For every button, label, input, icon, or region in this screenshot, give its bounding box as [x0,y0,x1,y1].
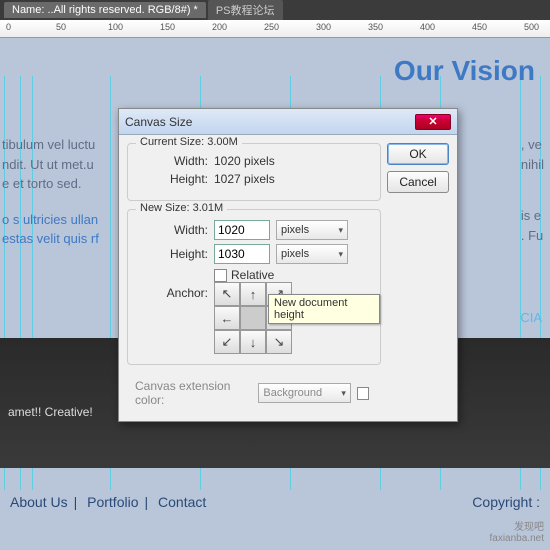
anchor-se[interactable]: ↘ [266,330,292,354]
social-label: CIA [520,310,542,325]
width-input[interactable] [214,220,270,240]
link-portfolio[interactable]: Portfolio [87,494,138,510]
label-anchor: Anchor: [136,286,208,300]
current-size-legend: Current Size: 3.00M [136,136,242,148]
label-new-width: Width: [136,223,208,237]
label-relative: Relative [231,268,274,282]
value-current-width: 1020 pixels [214,154,275,168]
ext-color-swatch[interactable] [357,387,369,400]
link-contact[interactable]: Contact [158,494,206,510]
relative-checkbox[interactable] [214,269,227,282]
current-size-group: Current Size: 3.00M Width:1020 pixels He… [127,143,381,201]
ext-color-select[interactable]: Background [258,383,351,403]
link-about[interactable]: About Us [10,494,68,510]
label-current-width: Width: [136,154,208,168]
anchor-sw[interactable]: ↙ [214,330,240,354]
dialog-titlebar[interactable]: Canvas Size ✕ [119,109,457,135]
ok-button[interactable]: OK [387,143,449,165]
tab-active[interactable]: Name: ..All rights reserved. RGB/8#) * [4,2,206,18]
tagline: amet!! Creative! [8,405,93,419]
canvas-size-dialog: Canvas Size ✕ Current Size: 3.00M Width:… [118,108,458,422]
cancel-button[interactable]: Cancel [387,171,449,193]
new-size-group: New Size: 3.01M Width: pixels Height: pi… [127,209,381,365]
footer-nav: About Us| Portfolio| Contact [10,494,206,510]
copyright: Copyright : [472,494,540,510]
anchor-s[interactable]: ↓ [240,330,266,354]
height-units-select[interactable]: pixels [276,244,348,264]
value-current-height: 1027 pixels [214,172,275,186]
label-current-height: Height: [136,172,208,186]
close-icon[interactable]: ✕ [415,114,451,130]
anchor-center[interactable] [240,306,266,330]
tab-forum[interactable]: PS教程论坛 [208,0,283,20]
anchor-n[interactable]: ↑ [240,282,266,306]
tooltip-height: New document height [268,294,380,324]
ruler-horizontal: 050100150200250300350400450500 [0,20,550,38]
new-size-legend: New Size: 3.01M [136,202,227,214]
label-new-height: Height: [136,247,208,261]
document-tabs: Name: ..All rights reserved. RGB/8#) * P… [0,0,550,20]
body-text: tibulum vel luctundit. Ut ut met.ue et t… [2,135,99,249]
width-units-select[interactable]: pixels [276,220,348,240]
anchor-nw[interactable]: ↖ [214,282,240,306]
dialog-title: Canvas Size [125,115,192,129]
heading-vision: Our Vision [394,55,535,87]
body-text-right: , venihilis e. Fu [521,135,544,245]
anchor-w[interactable]: ← [214,306,240,330]
watermark: 发现吧faxianba.net [490,522,545,544]
label-ext-color: Canvas extension color: [135,379,252,407]
height-input[interactable] [214,244,270,264]
extension-color-row: Canvas extension color: Background [127,373,381,413]
